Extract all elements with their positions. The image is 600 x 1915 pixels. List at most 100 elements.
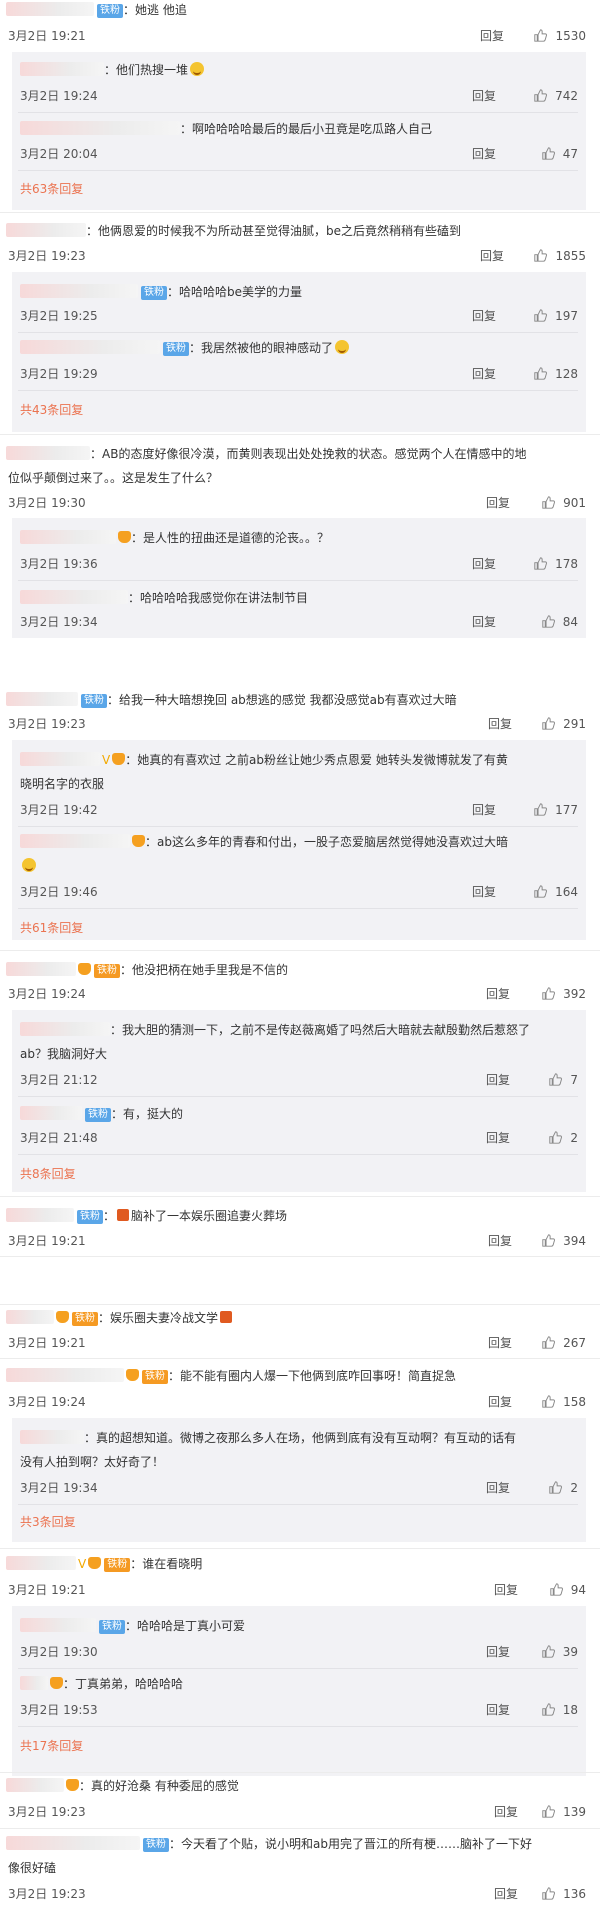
reply-button[interactable]: 回复 — [488, 716, 512, 732]
like-button[interactable]: 1855 — [528, 248, 586, 264]
username-blurred[interactable] — [6, 692, 78, 706]
divider — [0, 1772, 600, 1773]
reply-button[interactable]: 回复 — [486, 495, 510, 511]
divider — [18, 1504, 578, 1505]
like-button[interactable]: 2 — [520, 1130, 578, 1146]
reply-button[interactable]: 回复 — [486, 1130, 510, 1146]
reply-button[interactable]: 回复 — [472, 366, 496, 382]
like-button[interactable]: 94 — [528, 1582, 586, 1598]
like-button[interactable]: 197 — [520, 308, 578, 324]
reply-text: ：ab这么多年的青春和付出，一股子恋爱脑居然觉得她没喜欢过大暗 — [20, 834, 508, 850]
username-blurred[interactable] — [6, 1310, 54, 1324]
reply-text-line2: ab？我脑洞好大 — [20, 1047, 107, 1061]
reply-button[interactable]: 回复 — [480, 248, 504, 264]
username-blurred[interactable] — [6, 446, 90, 460]
reply-button[interactable]: 回复 — [480, 28, 504, 44]
comment-text: 铁粉 ：能不能有圈内人爆一下他俩到底咋回事呀！简直捉急 — [6, 1368, 456, 1384]
more-replies-link[interactable]: 共61条回复 — [20, 920, 83, 936]
like-button[interactable]: 136 — [528, 1886, 586, 1902]
reply-text: ：是人性的扭曲还是道德的沦丧。。？ — [20, 530, 329, 546]
reply-button[interactable]: 回复 — [472, 802, 496, 818]
thumbs-up-icon — [549, 1073, 563, 1086]
username-blurred[interactable] — [20, 1022, 110, 1036]
like-button[interactable]: 177 — [520, 802, 578, 818]
like-button[interactable]: 2 — [520, 1480, 578, 1496]
reply-button[interactable]: 回复 — [494, 1804, 518, 1820]
like-button[interactable]: 84 — [520, 614, 578, 630]
username-blurred[interactable] — [20, 121, 180, 135]
username-blurred[interactable] — [6, 1556, 76, 1570]
reply-button[interactable]: 回复 — [486, 1644, 510, 1660]
reply-date: 3月2日 19:30 — [20, 1645, 98, 1659]
like-button[interactable]: 18 — [520, 1702, 578, 1718]
username-blurred[interactable] — [20, 62, 104, 76]
reply-text-line2: 没有人拍到啊？太好奇了！ — [20, 1455, 165, 1469]
like-button[interactable]: 1530 — [528, 28, 586, 44]
username-blurred[interactable] — [6, 223, 86, 237]
like-button[interactable]: 128 — [520, 366, 578, 382]
reply-button[interactable]: 回复 — [488, 1394, 512, 1410]
username-blurred[interactable] — [20, 284, 138, 298]
comment-text: 铁粉 ：娱乐圈夫妻冷战文学 — [6, 1310, 234, 1326]
crown-icon — [56, 1311, 69, 1323]
reply-button[interactable]: 回复 — [472, 556, 496, 572]
like-button[interactable]: 742 — [520, 88, 578, 104]
username-blurred[interactable] — [20, 590, 128, 604]
username-blurred[interactable] — [20, 1676, 48, 1690]
thumbs-up-icon — [534, 249, 548, 262]
like-button[interactable]: 39 — [520, 1644, 578, 1660]
comment-date: 3月2日 19:21 — [8, 1234, 86, 1248]
vip-badge: V — [78, 1557, 87, 1571]
username-blurred[interactable] — [20, 530, 116, 544]
like-button[interactable]: 267 — [528, 1335, 586, 1351]
like-button[interactable]: 47 — [520, 146, 578, 162]
reply-button[interactable]: 回复 — [486, 1702, 510, 1718]
username-blurred[interactable] — [6, 1836, 140, 1850]
reply-button[interactable]: 回复 — [472, 308, 496, 324]
reply-date: 3月2日 21:12 — [20, 1073, 98, 1087]
like-button[interactable]: 394 — [528, 1233, 586, 1249]
like-button[interactable]: 158 — [528, 1394, 586, 1410]
reply-button[interactable]: 回复 — [486, 986, 510, 1002]
username-blurred[interactable] — [6, 1778, 64, 1792]
more-replies-link[interactable]: 共43条回复 — [20, 402, 83, 418]
comment-text: V 铁粉 ：谁在看晓明 — [6, 1556, 202, 1572]
username-blurred[interactable] — [6, 962, 76, 976]
reply-button[interactable]: 回复 — [472, 884, 496, 900]
more-replies-link[interactable]: 共63条回复 — [20, 181, 83, 197]
reply-text: 铁粉 ：有，挺大的 — [20, 1106, 183, 1122]
username-blurred[interactable] — [6, 2, 94, 16]
username-blurred[interactable] — [6, 1368, 124, 1382]
username-blurred[interactable] — [20, 834, 130, 848]
reply-button[interactable]: 回复 — [494, 1582, 518, 1598]
like-button[interactable]: 164 — [520, 884, 578, 900]
like-button[interactable]: 901 — [528, 495, 586, 511]
reply-text: ：哈哈哈哈我感觉你在讲法制节目 — [20, 590, 308, 606]
like-button[interactable]: 291 — [528, 716, 586, 732]
thumbs-up-icon — [534, 557, 548, 570]
reply-button[interactable]: 回复 — [494, 1886, 518, 1902]
reply-button[interactable]: 回复 — [472, 614, 496, 630]
reply-button[interactable]: 回复 — [472, 88, 496, 104]
comment-text: ：他俩恩爱的时候我不为所动甚至觉得油腻，be之后竟然稍稍有些磕到 — [6, 223, 461, 239]
more-replies-link[interactable]: 共3条回复 — [20, 1514, 76, 1530]
username-blurred[interactable] — [20, 1430, 84, 1444]
more-replies-link[interactable]: 共17条回复 — [20, 1738, 83, 1754]
username-blurred[interactable] — [6, 1208, 74, 1222]
reply-button[interactable]: 回复 — [472, 146, 496, 162]
reply-button[interactable]: 回复 — [486, 1072, 510, 1088]
username-blurred[interactable] — [20, 752, 100, 766]
like-button[interactable]: 392 — [528, 986, 586, 1002]
more-replies-link[interactable]: 共8条回复 — [20, 1166, 76, 1182]
reply-button[interactable]: 回复 — [486, 1480, 510, 1496]
username-blurred[interactable] — [20, 1618, 96, 1632]
like-button[interactable]: 7 — [520, 1072, 578, 1088]
thumbs-up-icon — [542, 717, 556, 730]
reply-button[interactable]: 回复 — [488, 1335, 512, 1351]
comment-date: 3月2日 19:21 — [8, 1583, 86, 1597]
username-blurred[interactable] — [20, 340, 160, 354]
username-blurred[interactable] — [20, 1106, 82, 1120]
reply-button[interactable]: 回复 — [488, 1233, 512, 1249]
like-button[interactable]: 178 — [520, 556, 578, 572]
like-button[interactable]: 139 — [528, 1804, 586, 1820]
